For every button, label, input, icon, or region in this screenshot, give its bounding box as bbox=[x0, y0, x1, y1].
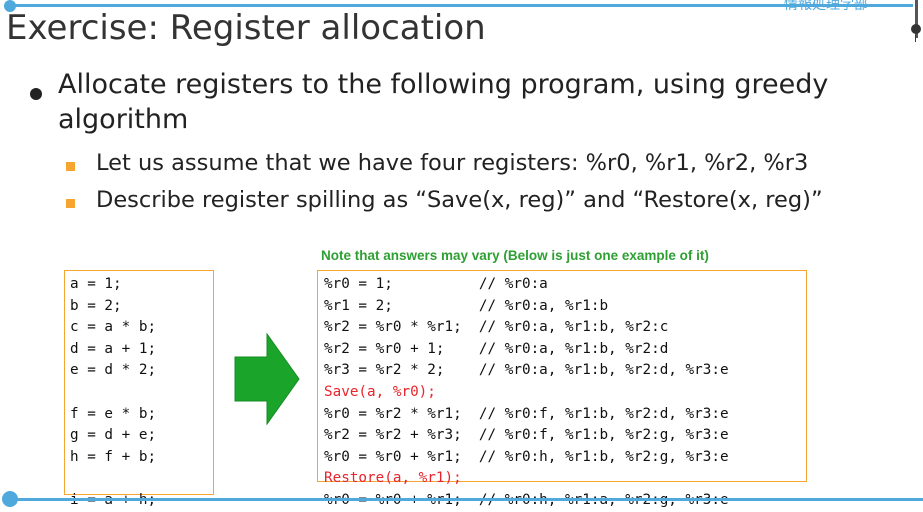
program-line: b = 2; bbox=[70, 297, 122, 314]
sub-bullet-square bbox=[66, 162, 75, 171]
bullet-text: Allocate registers to the following prog… bbox=[58, 69, 829, 135]
sub-bullet-spilling: Describe register spilling as “Save(x, r… bbox=[96, 187, 823, 213]
program-line: f = e * b; bbox=[70, 405, 157, 422]
logo-text: 情報処理学部 bbox=[784, 0, 868, 13]
spill-instruction-line: Restore(a, %r1); bbox=[324, 470, 462, 487]
bullet-dot bbox=[30, 88, 42, 100]
answer-line: %r2 = %r0 + 1; // %r0:a, %r1:b, %r2:d bbox=[324, 340, 669, 357]
corner-text: I bbox=[914, 34, 917, 45]
answer-line: %r0 = %r0 + %r1; // %r0:h, %r1:b, %r2:g,… bbox=[324, 448, 729, 465]
spill-instruction-line: Save(a, %r0); bbox=[324, 383, 436, 400]
program-line: d = a + 1; bbox=[70, 340, 157, 357]
sub-bullet-registers: Let us assume that we have four register… bbox=[96, 150, 809, 176]
program-box: a = 1; b = 2; c = a * b; d = a + 1; e = d * … bbox=[64, 270, 214, 508]
answer-line: %r3 = %r2 * 2; // %r0:a, %r1:b, %r2:d, %… bbox=[324, 362, 729, 379]
answer-line: %r0 = 1; // %r0:a bbox=[324, 276, 548, 292]
slide-title: Exercise: Register allocation bbox=[6, 8, 486, 48]
answer-code: %r0 = 1; // %r0:a %r1 = 2; // %r0:a, %r1:… bbox=[324, 274, 806, 512]
answer-line: %r2 = %r2 + %r3; // %r0:f, %r1:b, %r2:g,… bbox=[324, 427, 729, 444]
bottom-rule bbox=[10, 498, 923, 501]
answer-line: %r2 = %r0 * %r1; // %r0:a, %r1:b, %r2:c bbox=[324, 319, 669, 336]
answer-line: %r0 = %r2 * %r1; // %r0:f, %r1:b, %r2:d,… bbox=[324, 405, 729, 422]
program-line: a = 1; bbox=[70, 276, 122, 292]
answer-line: %r1 = 2; // %r0:a, %r1:b bbox=[324, 297, 609, 314]
sub-bullet-square bbox=[66, 199, 75, 208]
program-line bbox=[70, 468, 213, 490]
answer-box: %r0 = 1; // %r0:a %r1 = 2; // %r0:a, %r1:… bbox=[317, 270, 807, 508]
program-line: e = d * 2; bbox=[70, 362, 157, 379]
program-line: h = f + b; bbox=[70, 448, 157, 465]
answer-note: Note that answers may vary (Below is jus… bbox=[321, 248, 709, 263]
corner-dot bbox=[911, 24, 921, 34]
program-code: a = 1; b = 2; c = a * b; d = a + 1; e = d * … bbox=[70, 274, 213, 512]
program-line: c = a * b; bbox=[70, 319, 157, 336]
top-rule bbox=[8, 4, 913, 7]
bottom-rule-dot bbox=[2, 491, 18, 507]
right-arrow-icon bbox=[234, 333, 300, 425]
program-line: g = d + e; bbox=[70, 427, 157, 444]
program-line bbox=[70, 382, 213, 404]
